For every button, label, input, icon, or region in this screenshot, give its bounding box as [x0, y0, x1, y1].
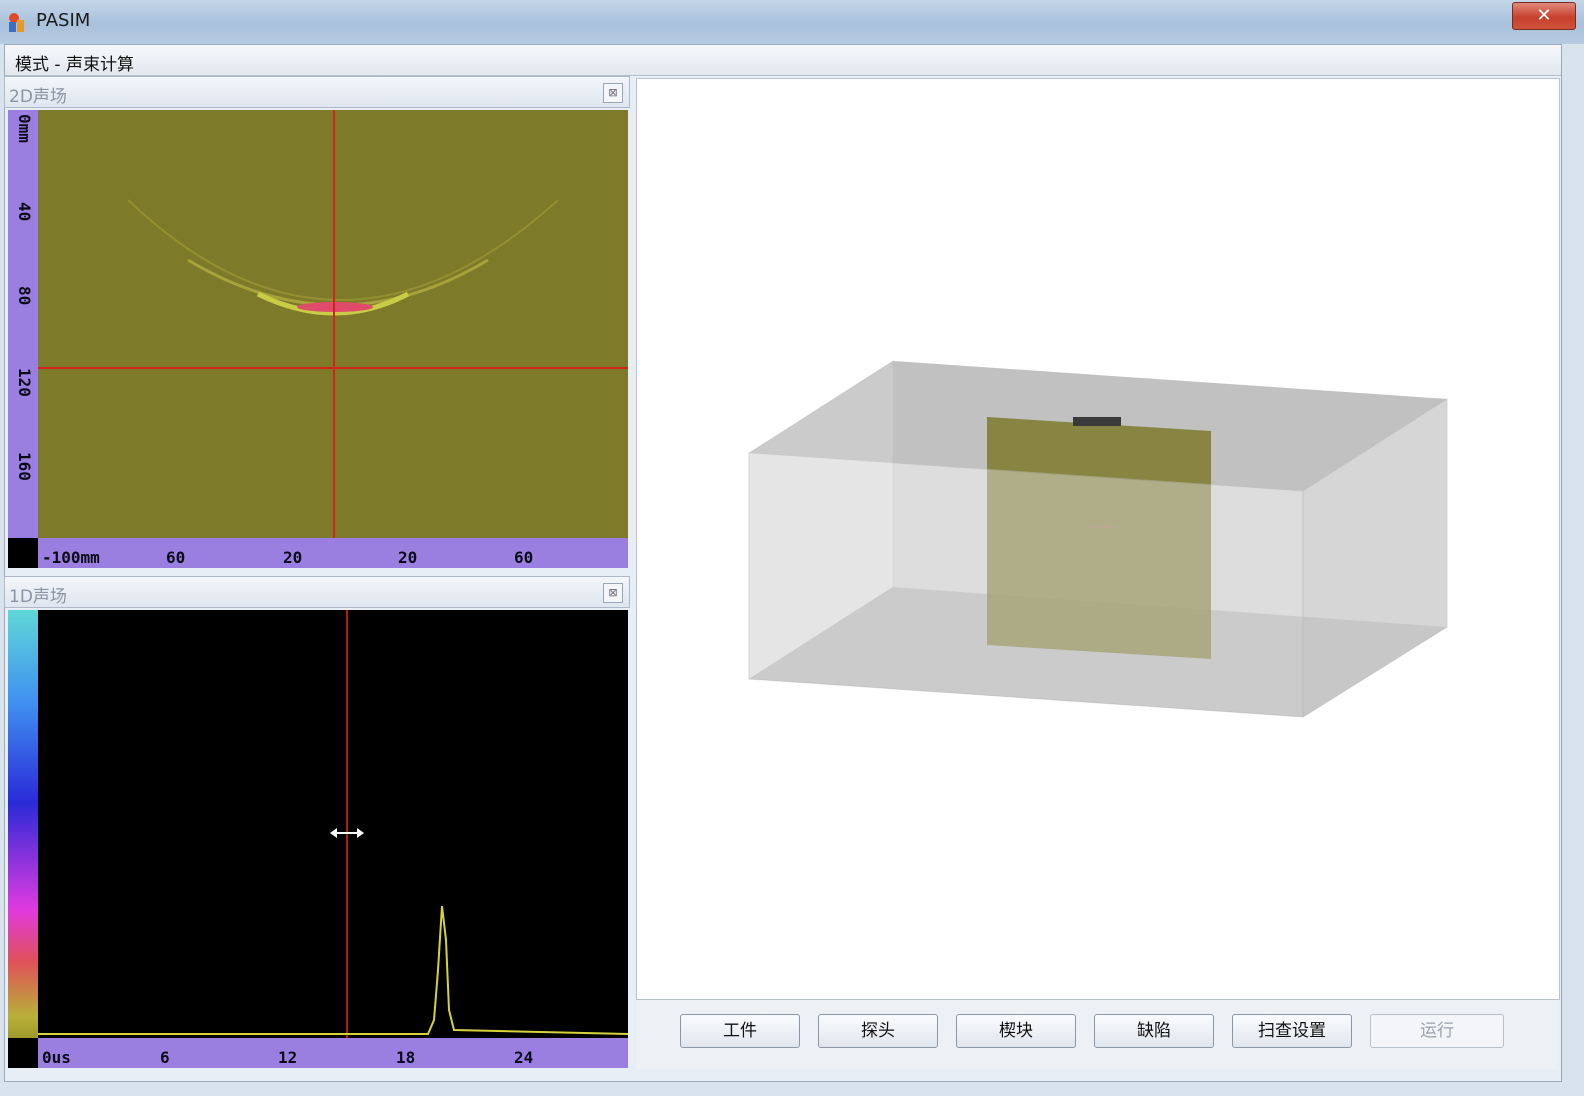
- panel-2d-title: 2D声场: [9, 87, 67, 107]
- action-button-bar: 工件 探头 楔块 缺陷 扫查设置 运行: [636, 1000, 1558, 1070]
- panel-2d-header: 2D声场 ⊠: [4, 76, 630, 108]
- mode-label: 模式 - 声束计算: [15, 55, 134, 75]
- title-bar: PASIM ✕: [0, 0, 1584, 44]
- wedge-button[interactable]: 楔块: [956, 1014, 1076, 1048]
- panel-1d-signal-view[interactable]: [38, 610, 628, 1038]
- 3d-workpiece-box[interactable]: [637, 79, 1559, 999]
- vruler-label: 160: [15, 452, 34, 481]
- panel-1d-header: 1D声场 ⊠: [4, 576, 630, 608]
- panel-1d-title: 1D声场: [9, 587, 67, 607]
- defect-button[interactable]: 缺陷: [1094, 1014, 1214, 1048]
- panel-1d-corner-swatch: [8, 1038, 38, 1068]
- panel-2d-corner-swatch: [8, 538, 38, 568]
- vruler-label: 40: [15, 202, 34, 222]
- color-scale-bar: [8, 610, 38, 1038]
- panel-1d-close-icon[interactable]: ⊠: [603, 583, 623, 603]
- app-icon: [9, 13, 24, 32]
- hruler-label: 24: [514, 1048, 534, 1067]
- mode-bar: 模式 - 声束计算: [5, 45, 1561, 76]
- hruler-label: 60: [514, 548, 534, 567]
- probe-icon: [1073, 417, 1121, 426]
- workpiece-button[interactable]: 工件: [680, 1014, 800, 1048]
- panel-2d-field-view[interactable]: [38, 110, 628, 538]
- hruler-label: -100mm: [42, 548, 100, 567]
- hruler-label: 20: [283, 548, 303, 567]
- 3d-view[interactable]: [636, 78, 1560, 1000]
- hruler-label: 18: [396, 1048, 416, 1067]
- hruler-label: 0us: [42, 1048, 71, 1067]
- hruler-label: 6: [160, 1048, 170, 1067]
- panel-1d-horizontal-ruler: 0us 6 12 18 24: [38, 1038, 628, 1068]
- panel-2d-vertical-ruler: 0mm 40 80 120 160: [8, 110, 38, 538]
- vruler-label: 0mm: [15, 114, 34, 143]
- run-button[interactable]: 运行: [1370, 1014, 1504, 1048]
- panel-2d-horizontal-ruler: -100mm 60 20 20 60: [38, 538, 628, 568]
- scan-settings-button[interactable]: 扫查设置: [1232, 1014, 1352, 1048]
- hruler-label: 20: [398, 548, 418, 567]
- close-window-button[interactable]: ✕: [1512, 2, 1576, 30]
- window-title: PASIM: [36, 10, 91, 31]
- vruler-label: 80: [15, 286, 34, 306]
- hruler-label: 12: [278, 1048, 298, 1067]
- hruler-label: 60: [166, 548, 186, 567]
- panel-2d-close-icon[interactable]: ⊠: [603, 83, 623, 103]
- vruler-label: 120: [15, 368, 34, 397]
- probe-button[interactable]: 探头: [818, 1014, 938, 1048]
